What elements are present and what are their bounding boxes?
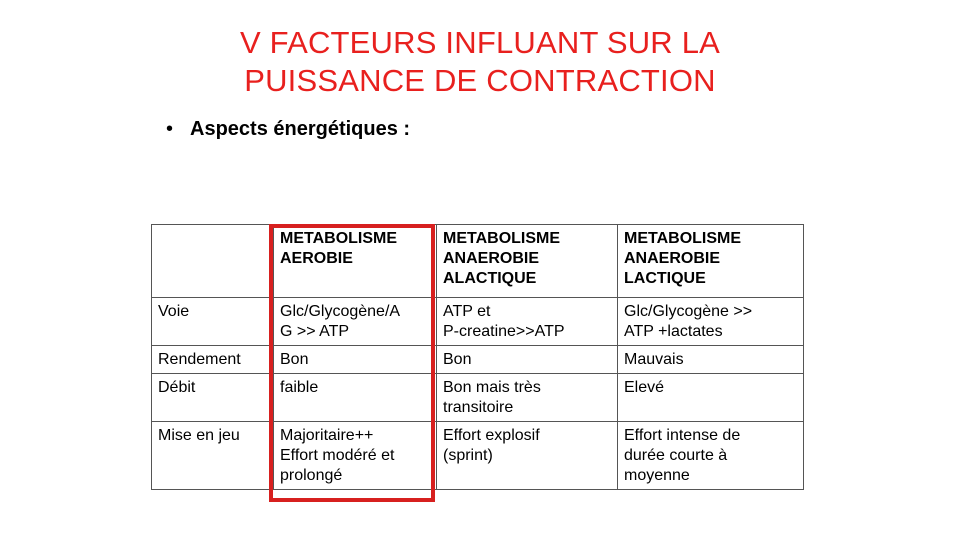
row-label: Mise en jeu <box>151 421 274 490</box>
cell-line: Effort explosif <box>443 427 540 444</box>
table-cell: Bon mais très transitoire <box>436 373 618 422</box>
bullet-marker: • <box>166 118 174 140</box>
table-cell: Majoritaire++ Effort modéré et prolongé <box>273 421 437 490</box>
cell-line: Mauvais <box>624 351 684 368</box>
header-text: METABOLISME ANAEROBIE LACTIQUE <box>624 230 742 287</box>
slide-title-line-2: PUISSANCE DE CONTRACTION <box>244 63 716 98</box>
table-cell: faible <box>273 373 437 422</box>
header-text: METABOLISME AEROBIE <box>280 230 398 267</box>
table-header-alactique: METABOLISME ANAEROBIE ALACTIQUE <box>436 224 618 298</box>
table-cell: Glc/Glycogène/A G >> ATP <box>273 297 437 346</box>
cell-line: Effort intense de <box>624 427 741 444</box>
cell-line: ATP et <box>443 303 491 320</box>
table-cell: Bon <box>273 345 437 374</box>
table-cell: Glc/Glycogène >> ATP +lactates <box>617 297 804 346</box>
table-row: Rendement Bon Bon Mauvais <box>151 345 804 374</box>
cell-line: (sprint) <box>443 447 493 464</box>
cell-line: Elevé <box>624 379 665 396</box>
table-cell: ATP et P-creatine>>ATP <box>436 297 618 346</box>
cell-line: durée courte à <box>624 447 728 464</box>
cell-line: Majoritaire++ <box>280 427 374 444</box>
table-row: Débit faible Bon mais très transitoire E… <box>151 373 804 422</box>
row-label: Rendement <box>151 345 274 374</box>
table-cell: Effort intense de durée courte à moyenne <box>617 421 804 490</box>
table-header-aerobie: METABOLISME AEROBIE <box>273 224 437 298</box>
table-row: Mise en jeu Majoritaire++ Effort modéré … <box>151 421 804 490</box>
cell-line: Glc/Glycogène/A <box>280 303 401 320</box>
bullet-text: Aspects énergétiques : <box>190 118 411 140</box>
table-header-empty <box>151 224 274 298</box>
table-header-lactique: METABOLISME ANAEROBIE LACTIQUE <box>617 224 804 298</box>
table-row: Voie Glc/Glycogène/A G >> ATP ATP et P-c… <box>151 297 804 346</box>
slide: V FACTEURS INFLUANT SUR LA PUISSANCE DE … <box>0 0 960 540</box>
slide-title: V FACTEURS INFLUANT SUR LA PUISSANCE DE … <box>0 24 960 100</box>
cell-line: Bon mais très <box>443 379 541 396</box>
cell-line: P-creatine>>ATP <box>443 323 565 340</box>
cell-line: moyenne <box>624 467 690 484</box>
cell-line: Glc/Glycogène >> <box>624 303 753 320</box>
slide-title-line-1: V FACTEURS INFLUANT SUR LA <box>239 25 721 60</box>
cell-line: Bon <box>280 351 309 368</box>
table-header-row: METABOLISME AEROBIE METABOLISME ANAEROBI… <box>151 224 804 298</box>
table-cell: Effort explosif (sprint) <box>436 421 618 490</box>
bullet-aspects: • Aspects énergétiques : <box>166 118 410 141</box>
row-label: Voie <box>151 297 274 346</box>
header-text: METABOLISME ANAEROBIE ALACTIQUE <box>443 230 561 287</box>
table-cell: Elevé <box>617 373 804 422</box>
table-cell: Bon <box>436 345 618 374</box>
row-label: Débit <box>151 373 274 422</box>
cell-line: transitoire <box>443 399 514 416</box>
cell-line: faible <box>280 379 319 396</box>
cell-line: ATP +lactates <box>624 323 723 340</box>
metabolism-table: METABOLISME AEROBIE METABOLISME ANAEROBI… <box>151 224 804 490</box>
cell-line: Effort modéré et <box>280 447 395 464</box>
cell-line: prolongé <box>280 467 343 484</box>
table-cell: Mauvais <box>617 345 804 374</box>
cell-line: G >> ATP <box>280 323 350 340</box>
cell-line: Bon <box>443 351 472 368</box>
